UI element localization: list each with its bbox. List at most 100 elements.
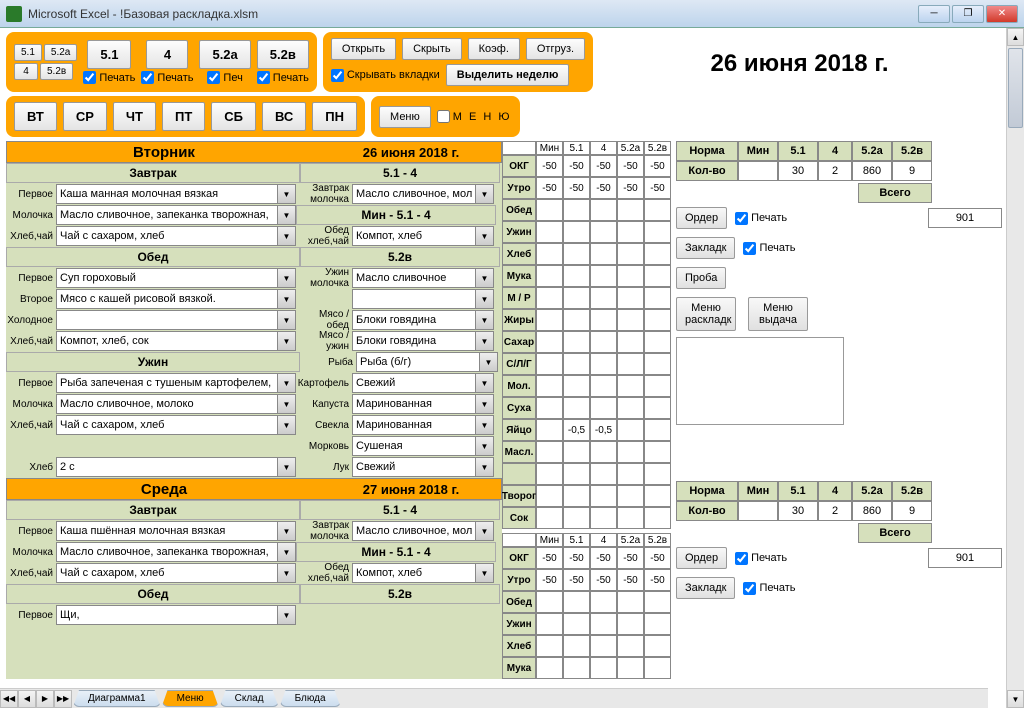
tue-z-hc[interactable]	[56, 226, 278, 246]
close-button[interactable]: ✕	[986, 5, 1018, 23]
dropdown-icon[interactable]: ▼	[278, 605, 296, 625]
btn-ship[interactable]: Отгруз.	[526, 38, 585, 60]
tue-s-uzhmol[interactable]	[352, 268, 476, 288]
tue-s-mobed[interactable]	[352, 310, 476, 330]
btn-sr[interactable]: СР	[63, 102, 107, 131]
tue-s-mork[interactable]	[352, 436, 476, 456]
btn-vs[interactable]: ВС	[262, 102, 306, 131]
chk-print-order-2[interactable]	[735, 552, 748, 565]
chk-print-order[interactable]	[735, 212, 748, 225]
btn-5-1[interactable]: 5.1	[87, 40, 131, 69]
tue-o-pervoe[interactable]	[56, 268, 278, 288]
btn-select-week[interactable]: Выделить неделю	[446, 64, 570, 86]
dropdown-icon[interactable]: ▼	[476, 331, 494, 351]
wed-z-mol[interactable]	[56, 542, 278, 562]
tue-u-pervoe[interactable]	[56, 373, 278, 393]
dropdown-icon[interactable]: ▼	[278, 563, 296, 583]
tue-o-hol[interactable]	[56, 310, 278, 330]
tue-s-ryba[interactable]	[356, 352, 480, 372]
chk-hide-tabs[interactable]	[331, 69, 344, 82]
dropdown-icon[interactable]: ▼	[278, 205, 296, 225]
btn-vt[interactable]: ВТ	[14, 102, 57, 131]
dropdown-icon[interactable]: ▼	[278, 542, 296, 562]
btn-5-2a-sm[interactable]: 5.2а	[44, 44, 77, 61]
scrollbar-vertical[interactable]: ▲ ▼	[1006, 28, 1024, 708]
dropdown-icon[interactable]: ▼	[476, 268, 494, 288]
dropdown-icon[interactable]: ▼	[476, 521, 494, 541]
btn-pt[interactable]: ПТ	[162, 102, 205, 131]
dropdown-icon[interactable]: ▼	[476, 184, 494, 204]
dropdown-icon[interactable]: ▼	[476, 415, 494, 435]
btn-order-2[interactable]: Ордер	[676, 547, 727, 569]
tab-nav-last[interactable]: ▶▶	[54, 690, 72, 708]
dropdown-icon[interactable]: ▼	[278, 373, 296, 393]
btn-cht[interactable]: ЧТ	[113, 102, 156, 131]
dropdown-icon[interactable]: ▼	[278, 226, 296, 246]
tue-u-hc[interactable]	[56, 415, 278, 435]
chk-print-4[interactable]	[257, 71, 270, 84]
dropdown-icon[interactable]: ▼	[278, 184, 296, 204]
dropdown-icon[interactable]: ▼	[476, 226, 494, 246]
tue-hleb[interactable]	[56, 457, 278, 477]
btn-5-1-sm[interactable]: 5.1	[14, 44, 42, 61]
note-area[interactable]	[676, 337, 844, 425]
wed-z-hc[interactable]	[56, 563, 278, 583]
wed-s-obedhc[interactable]	[352, 563, 476, 583]
chk-menu[interactable]	[437, 110, 450, 123]
tue-s-zavmol[interactable]	[352, 184, 476, 204]
btn-5-2a[interactable]: 5.2а	[199, 40, 250, 69]
btn-zaklad[interactable]: Закладк	[676, 237, 735, 259]
tab-nav-next[interactable]: ▶	[36, 690, 54, 708]
tue-s-muzhin[interactable]	[352, 331, 476, 351]
wed-o-pervoe[interactable]	[56, 605, 278, 625]
dropdown-icon[interactable]: ▼	[476, 310, 494, 330]
wed-z-pervoe[interactable]	[56, 521, 278, 541]
dropdown-icon[interactable]: ▼	[476, 563, 494, 583]
dropdown-icon[interactable]: ▼	[278, 310, 296, 330]
dropdown-icon[interactable]: ▼	[476, 289, 494, 309]
btn-menu-vyd[interactable]: Меню выдача	[748, 297, 808, 331]
btn-4-sm[interactable]: 4	[14, 63, 38, 80]
btn-pn[interactable]: ПН	[312, 102, 357, 131]
dropdown-icon[interactable]: ▼	[278, 331, 296, 351]
tue-z-pervoe[interactable]	[56, 184, 278, 204]
btn-open[interactable]: Открыть	[331, 38, 396, 60]
btn-sb[interactable]: СБ	[211, 102, 256, 131]
tab-menu[interactable]: Меню	[162, 690, 219, 707]
tab-sklad[interactable]: Склад	[220, 690, 279, 707]
tab-nav-first[interactable]: ◀◀	[0, 690, 18, 708]
btn-hide[interactable]: Скрыть	[402, 38, 462, 60]
chk-print-3[interactable]	[207, 71, 220, 84]
tue-u-mol[interactable]	[56, 394, 278, 414]
scroll-up-icon[interactable]: ▲	[1007, 28, 1024, 46]
wed-s-zavmol[interactable]	[352, 521, 476, 541]
tue-s-obedhc[interactable]	[352, 226, 476, 246]
btn-4[interactable]: 4	[146, 40, 188, 69]
btn-coef[interactable]: Коэф.	[468, 38, 520, 60]
tab-nav-prev[interactable]: ◀	[18, 690, 36, 708]
tue-s-luk[interactable]	[352, 457, 476, 477]
tue-s-blank[interactable]	[352, 289, 476, 309]
btn-zaklad-2[interactable]: Закладк	[676, 577, 735, 599]
scroll-thumb[interactable]	[1008, 48, 1023, 128]
dropdown-icon[interactable]: ▼	[476, 457, 494, 477]
scroll-down-icon[interactable]: ▼	[1007, 690, 1024, 708]
tab-diagram[interactable]: Диаграмма1	[73, 690, 161, 707]
btn-5-2v-sm[interactable]: 5.2в	[40, 63, 73, 80]
tue-s-kap[interactable]	[352, 394, 476, 414]
tue-s-kart[interactable]	[352, 373, 476, 393]
tab-bluda[interactable]: Блюда	[280, 690, 341, 707]
dropdown-icon[interactable]: ▼	[278, 521, 296, 541]
btn-menu-rask[interactable]: Меню раскладк	[676, 297, 736, 331]
chk-print-zaklad-2[interactable]	[743, 582, 756, 595]
btn-proba[interactable]: Проба	[676, 267, 726, 289]
tue-s-svek[interactable]	[352, 415, 476, 435]
tue-o-vtoroe[interactable]	[56, 289, 278, 309]
dropdown-icon[interactable]: ▼	[476, 436, 494, 456]
dropdown-icon[interactable]: ▼	[278, 394, 296, 414]
dropdown-icon[interactable]: ▼	[476, 373, 494, 393]
dropdown-icon[interactable]: ▼	[278, 457, 296, 477]
dropdown-icon[interactable]: ▼	[278, 415, 296, 435]
chk-print-1[interactable]	[83, 71, 96, 84]
chk-print-2[interactable]	[141, 71, 154, 84]
